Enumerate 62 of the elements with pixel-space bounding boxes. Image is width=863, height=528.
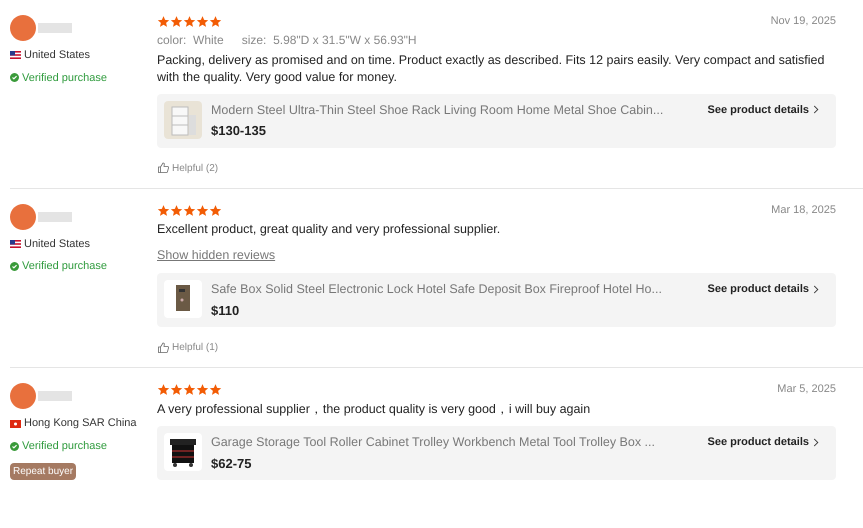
blurred-name xyxy=(38,212,72,222)
star-icon xyxy=(157,14,170,28)
product-thumbnail[interactable] xyxy=(164,432,202,471)
star-icon xyxy=(183,204,196,216)
review-text: A very professional supplier，the product quality is very good，i will buy again xyxy=(157,400,592,418)
thumbs-up-icon xyxy=(157,162,170,174)
product-price: $130-135 xyxy=(211,122,267,140)
see-product-details-link[interactable]: See product details xyxy=(708,434,819,450)
verified-label: Verified purchase xyxy=(22,438,107,454)
country-label: United States xyxy=(24,236,90,252)
star-icon xyxy=(209,204,222,216)
verified-label: Verified purchase xyxy=(22,70,107,86)
verified-icon xyxy=(10,73,19,82)
star-icon xyxy=(170,14,183,28)
product-title: Garage Storage Tool Roller Cabinet Trolley Workbench Metal Tool Trolley Box ... xyxy=(211,434,656,451)
chevron-right-icon xyxy=(813,438,819,446)
review-text: Packing, delivery as promised and on time. Product exactly as described. Fits 12 pairs easily. Very compact and satisfied with the quality. Very good value for money. xyxy=(157,52,826,86)
attribute-text: color: White xyxy=(157,32,224,48)
verified-label: Verified purchase xyxy=(22,259,107,274)
star-icon xyxy=(209,383,222,396)
avatar xyxy=(10,383,36,410)
flag-icon xyxy=(10,51,21,60)
see-product-details-link[interactable]: See product details xyxy=(708,102,819,118)
repeat-buyer-badge: Repeat buyer xyxy=(10,463,76,480)
verified-icon xyxy=(10,262,19,271)
verified-icon xyxy=(10,442,19,450)
product-title: Modern Steel Ultra-Thin Steel Shoe Rack Living Room Home Metal Shoe Cabin... xyxy=(211,102,664,119)
show-hidden-reviews-link[interactable]: Show hidden reviews xyxy=(157,246,276,265)
product-thumbnail[interactable] xyxy=(164,100,202,138)
product-thumbnail[interactable] xyxy=(164,280,202,318)
star-icon xyxy=(196,383,209,396)
flag-icon xyxy=(10,420,21,428)
blurred-name xyxy=(38,391,72,402)
star-icon xyxy=(196,204,209,216)
review-date: Nov 19, 2025 xyxy=(770,14,836,29)
chevron-right-icon xyxy=(813,284,819,294)
star-icon xyxy=(196,14,209,28)
helpful-button[interactable]: Helpful (1) xyxy=(157,340,218,356)
country-label: Hong Kong SAR China xyxy=(24,416,137,432)
star-icon xyxy=(157,204,170,216)
review-text: Excellent product, great quality and very professional supplier. xyxy=(157,221,502,238)
country-label: United States xyxy=(24,48,90,63)
star-icon xyxy=(170,383,183,396)
avatar xyxy=(10,204,36,230)
avatar xyxy=(10,15,36,41)
review-date: Mar 5, 2025 xyxy=(777,382,836,398)
chevron-right-icon xyxy=(813,105,819,114)
star-icon xyxy=(183,14,196,28)
star-icon xyxy=(157,383,170,396)
star-icon xyxy=(183,383,196,396)
see-product-details-link[interactable]: See product details xyxy=(708,281,819,298)
blurred-name xyxy=(38,23,72,33)
review-date: Mar 18, 2025 xyxy=(771,202,836,218)
flag-icon xyxy=(10,240,21,248)
star-icon xyxy=(170,204,183,216)
product-title: Safe Box Solid Steel Electronic Lock Hotel Safe Deposit Box Fireproof Hotel Ho... xyxy=(211,281,663,298)
star-icon xyxy=(209,14,222,28)
product-price: $62-75 xyxy=(211,454,252,472)
helpful-button[interactable]: Helpful (2) xyxy=(157,160,218,176)
product-price: $110 xyxy=(211,302,240,320)
thumbs-up-icon xyxy=(157,342,170,354)
attribute-text: size: 5.98"D x 31.5"W x 56.93"H xyxy=(242,32,417,48)
